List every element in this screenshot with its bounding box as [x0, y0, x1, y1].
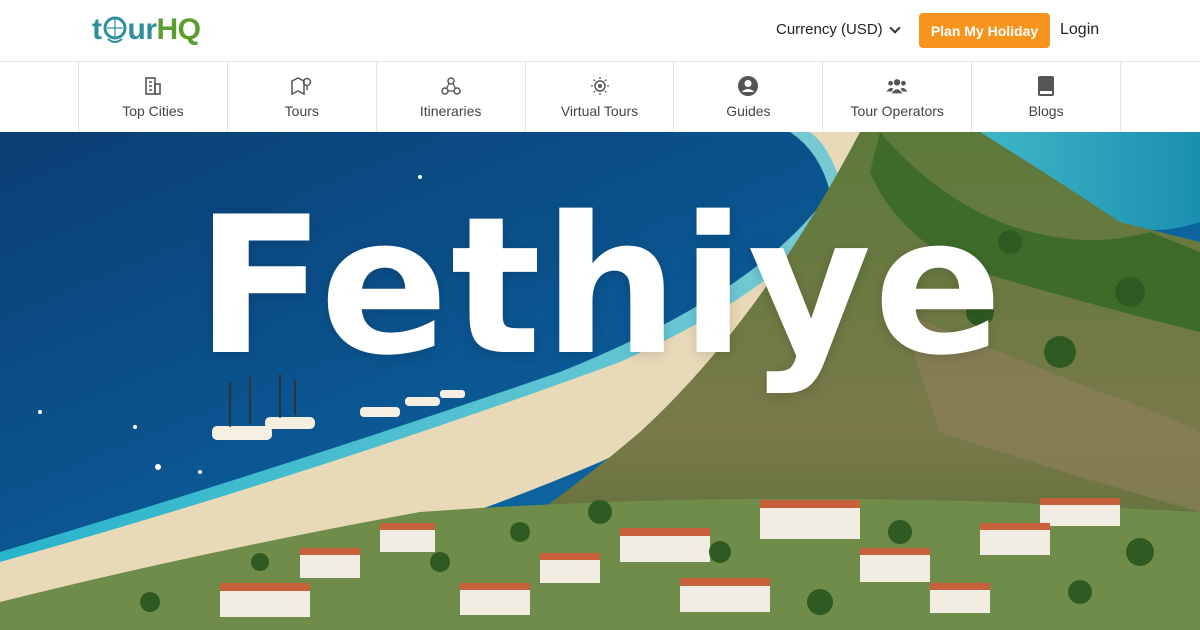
nav-label: Blogs: [1028, 103, 1064, 119]
currency-label: Currency (USD): [776, 21, 883, 38]
nav-label: Tours: [284, 103, 319, 119]
building-icon: [142, 75, 164, 97]
nav-label: Virtual Tours: [560, 103, 639, 119]
hero-title: Fethiye: [195, 176, 1005, 397]
nav-item-tours[interactable]: Tours: [228, 62, 377, 132]
nav-item-virtual-tours[interactable]: Virtual Tours: [526, 62, 675, 132]
users-icon: [886, 75, 908, 97]
tourhq-logo[interactable]: t ur HQ: [92, 10, 201, 50]
nav-label: Itineraries: [419, 103, 482, 119]
nav-item-tour-operators[interactable]: Tour Operators: [823, 62, 973, 132]
hero-banner: Fethiye: [0, 132, 1200, 630]
login-link[interactable]: Login: [1060, 21, 1099, 39]
nav-item-top-cities[interactable]: Top Cities: [79, 62, 228, 132]
nav-label: Tour Operators: [850, 103, 944, 119]
map-pin-icon: [291, 75, 313, 97]
site-header: t ur HQ Currency (USD) Plan My Holiday Lo…: [0, 0, 1200, 62]
plan-my-holiday-button[interactable]: Plan My Holiday: [919, 13, 1050, 48]
network-icon: [440, 75, 462, 97]
globe-icon: [103, 16, 126, 43]
nav-item-blogs[interactable]: Blogs: [972, 62, 1122, 132]
nav-label: Top Cities: [122, 103, 184, 119]
nav-item-itineraries[interactable]: Itineraries: [377, 62, 526, 132]
currency-selector[interactable]: Currency (USD): [776, 21, 901, 38]
nav-item-guides[interactable]: Guides: [674, 62, 824, 132]
nav-label: Guides: [726, 103, 771, 119]
chevron-down-icon: [889, 21, 901, 34]
sun-icon: [589, 75, 611, 97]
category-nav: Top Cities Tours Itineraries Virtual Tou…: [0, 62, 1200, 132]
book-icon: [1035, 75, 1057, 97]
user-circle-icon: [737, 75, 759, 97]
